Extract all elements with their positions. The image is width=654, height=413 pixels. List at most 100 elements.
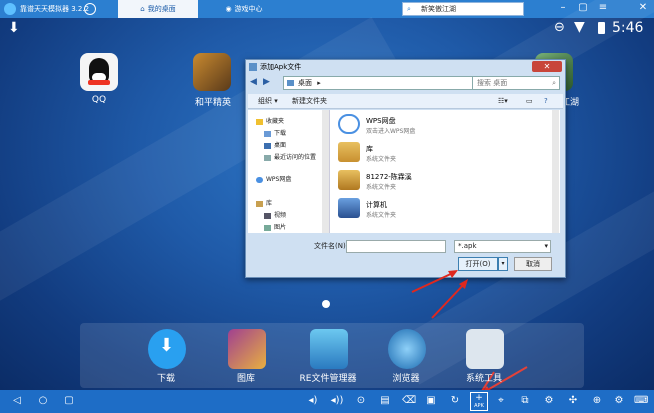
back-nav-icon[interactable]: ◁ (10, 394, 24, 408)
dialog-close-button[interactable]: ✕ (532, 61, 562, 72)
title-bar: 靠谱天天模拟器 3.2.2 ⌂ 我的桌面 ◉ 游戏中心 ⌕ 新笑傲江湖 – ▢ … (0, 0, 654, 18)
location-icon[interactable]: ⌖ (494, 394, 508, 408)
cloud-icon (256, 176, 263, 183)
record-icon[interactable]: ⊕ (590, 394, 604, 408)
screenshot-icon[interactable]: ▣ (424, 394, 438, 408)
chevron-down-icon: ▾ (544, 242, 548, 250)
minimize-icon[interactable]: – (556, 1, 570, 15)
bottom-bar: ◁ ○ ▢ ◂) ◂)) ⊙ ▤ ⌫ ▣ ↻ + APK ⌖ ⧉ ⚙ ✣ ⊕ ⚙… (0, 390, 654, 413)
filetype-select[interactable]: *.apk ▾ (454, 240, 551, 253)
search-icon: ⌕ (552, 79, 556, 87)
nav-downloads[interactable]: 下载 (264, 128, 286, 137)
library-icon (256, 200, 263, 207)
wifi-icon: ▼ (574, 19, 585, 35)
dock-label: RE文件管理器 (299, 374, 357, 384)
search-icon: ⌕ (407, 5, 411, 13)
dock: ⬇ 下载 图库 RE文件管理器 浏览器 系统工具 (80, 323, 584, 388)
open-button[interactable]: 打开(O) (458, 257, 498, 271)
tab-label: 游戏中心 (234, 5, 263, 13)
re-file-manager-icon[interactable] (310, 329, 348, 369)
game-icon: ◉ (225, 5, 232, 13)
dock-label: 下载 (156, 374, 175, 384)
nav-recent[interactable]: 最近访问的位置 (264, 152, 316, 161)
multi-instance-icon[interactable]: ⧉ (518, 394, 532, 408)
dialog-toolbar: 组织 ▾ 新建文件夹 ☷▾ ▭ ? (248, 94, 563, 109)
library-icon (338, 142, 360, 162)
home-icon: ⌂ (140, 5, 145, 13)
cloud-icon (338, 114, 360, 134)
view-options-icon[interactable]: ☷▾ (498, 94, 508, 109)
home-nav-icon[interactable]: ○ (36, 394, 50, 408)
status-time: 5:46 (612, 20, 644, 36)
page-indicator (322, 300, 330, 308)
browser-app-icon[interactable] (388, 329, 426, 369)
address-value: 桌面 (298, 79, 312, 87)
download-icon: ⬇ (159, 335, 175, 356)
nav-desktop[interactable]: 桌面 (264, 140, 286, 149)
search-value: 新笑傲江湖 (421, 5, 456, 13)
filename-input[interactable] (346, 240, 446, 253)
tab-game-center[interactable]: ◉ 游戏中心 (204, 0, 284, 18)
app-label: QQ (91, 95, 107, 105)
app-label: 和平精英 (194, 98, 231, 108)
pictures-folder-icon (264, 224, 271, 231)
nav-videos[interactable]: 视频 (264, 210, 286, 219)
address-separator: ▸ (317, 79, 321, 87)
open-dropdown-button[interactable]: ▾ (498, 257, 508, 271)
rotate-icon[interactable]: ↻ (448, 394, 462, 408)
nav-scrollbar[interactable] (322, 110, 329, 233)
dnd-icon: ⊖ (554, 20, 565, 35)
gallery-app-icon[interactable] (228, 329, 266, 369)
nav-library[interactable]: 库 (256, 198, 272, 207)
volume-down-icon[interactable]: ◂) (306, 394, 320, 408)
add-apk-dialog: 添加Apk文件 ✕ ◀ ▶ 桌面 ▸ 搜索 桌面 ⌕ 组织 ▾ 新建文件夹 ☷▾… (245, 59, 566, 278)
help-icon[interactable]: ? (544, 94, 548, 109)
dialog-search-input[interactable]: 搜索 桌面 ⌕ (472, 76, 560, 90)
video-folder-icon (264, 212, 271, 219)
star-icon (256, 118, 263, 125)
volume-up-icon[interactable]: ◂)) (330, 394, 344, 408)
navigation-pane: 收藏夹 下载 桌面 最近访问的位置 WPS网盘 库 视频 图片 (248, 110, 330, 233)
download-folder-icon (264, 130, 271, 137)
search-input[interactable]: ⌕ 新笑傲江湖 (402, 2, 524, 16)
system-tools-icon[interactable] (466, 329, 504, 369)
back-icon[interactable]: ◀ (250, 77, 257, 87)
shake-icon[interactable]: ⊙ (354, 394, 368, 408)
organize-button[interactable]: 组织 ▾ (258, 94, 278, 109)
desktop-folder-icon (264, 142, 271, 149)
recents-nav-icon[interactable]: ▢ (62, 394, 76, 408)
download-app-icon[interactable]: ⬇ (148, 329, 186, 369)
trash-icon[interactable]: ⌫ (402, 394, 416, 408)
nav-favorites[interactable]: 收藏夹 (256, 116, 284, 125)
filename-label: 文件名(N): (314, 242, 349, 250)
folder-icon (287, 80, 294, 86)
user-folder-icon (338, 170, 360, 190)
settings-icon[interactable]: ⚙ (612, 394, 626, 408)
pubg-app-icon[interactable] (193, 53, 231, 91)
cancel-button[interactable]: 取消 (514, 257, 552, 271)
folder-share-icon[interactable]: ▤ (378, 394, 392, 408)
nav-pictures[interactable]: 图片 (264, 222, 286, 231)
computer-icon (338, 198, 360, 218)
download-status-icon: ⬇ (8, 20, 20, 36)
tab-my-desktop[interactable]: ⌂ 我的桌面 (118, 0, 198, 18)
keyboard-icon[interactable]: ⌨ (634, 394, 648, 408)
battery-icon (598, 22, 605, 34)
user-avatar-icon[interactable] (84, 3, 96, 15)
new-folder-button[interactable]: 新建文件夹 (292, 94, 327, 109)
address-bar[interactable]: 桌面 ▸ (283, 76, 485, 90)
app-title: 靠谱天天模拟器 3.2.2 (20, 5, 90, 13)
preview-pane-icon[interactable]: ▭ (526, 94, 533, 109)
forward-icon[interactable]: ▶ (263, 77, 270, 87)
dialog-icon (249, 63, 257, 71)
macro-icon[interactable]: ⚙ (542, 394, 556, 408)
app-logo-icon (4, 3, 16, 15)
apk-label: APK (474, 403, 484, 409)
file-scrollbar[interactable] (552, 110, 559, 233)
dialog-title: 添加Apk文件 (260, 63, 302, 71)
qq-app-icon[interactable] (80, 53, 118, 91)
gamepad-icon[interactable]: ✣ (566, 394, 580, 408)
nav-wps[interactable]: WPS网盘 (256, 174, 291, 183)
install-apk-button[interactable]: + APK (470, 392, 488, 411)
dialog-search-placeholder: 搜索 桌面 (477, 79, 508, 87)
